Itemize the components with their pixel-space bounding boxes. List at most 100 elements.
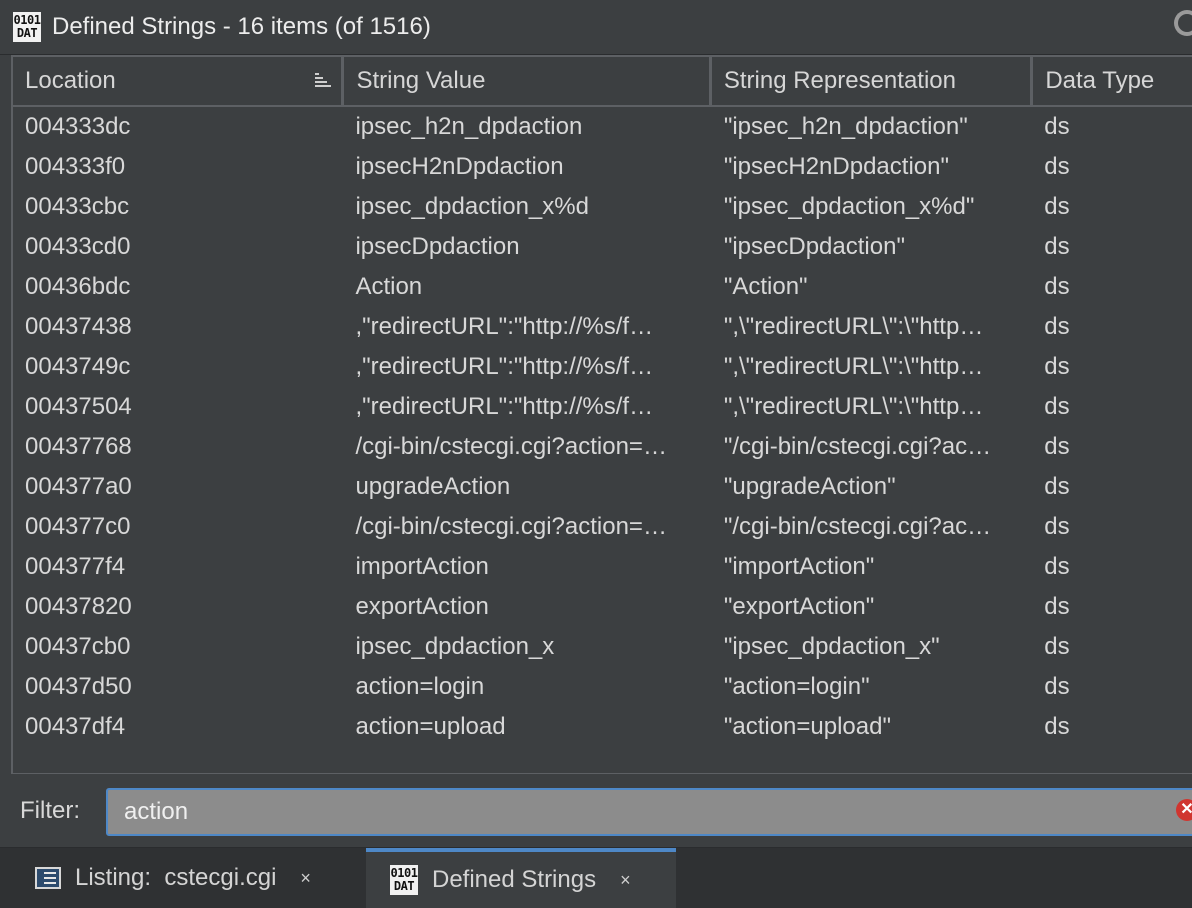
cell-string-value: ,"redirectURL":"http://%s/f… [355, 353, 654, 380]
clear-filter-icon[interactable]: ✕ [1176, 799, 1192, 821]
cell-string-representation: ",\"redirectURL\":\"http… [723, 393, 984, 420]
table-row[interactable]: 004333f0 ipsecH2nDpdaction "ipsecH2nDpda… [13, 147, 1192, 187]
cell-data-type: ds [1044, 233, 1070, 260]
cell-string-representation: "upgradeAction" [723, 473, 896, 500]
cell-data-type: ds [1044, 393, 1070, 420]
table-row[interactable]: 00437438 ,"redirectURL":"http://%s/f… ",… [13, 307, 1192, 347]
cell-location: 004377a0 [25, 473, 132, 500]
column-header-location[interactable]: Location [13, 57, 345, 105]
filter-input[interactable] [106, 788, 1192, 836]
column-header-label: Location [25, 67, 116, 94]
cell-string-value: importAction [355, 553, 489, 580]
cell-string-value: ipsec_dpdaction_x%d [355, 193, 589, 220]
column-header-string-representation[interactable]: String Representation [712, 57, 1034, 105]
cell-string-representation: "exportAction" [723, 593, 875, 620]
table-row[interactable]: 00437820 exportAction "exportAction" ds [13, 587, 1192, 627]
cell-location: 00437768 [25, 433, 132, 460]
cell-data-type: ds [1044, 713, 1070, 740]
window-title: Defined Strings - 16 items (of 1516) [52, 13, 431, 40]
close-icon[interactable]: × [620, 870, 631, 891]
table-row[interactable]: 004333dc ipsec_h2n_dpdaction "ipsec_h2n_… [13, 107, 1192, 147]
table-row[interactable]: 0043749c ,"redirectURL":"http://%s/f… ",… [13, 347, 1192, 387]
icon-text-bottom: DAT [16, 26, 38, 40]
table-row[interactable]: 00437df4 action=upload "action=upload" d… [13, 707, 1192, 747]
tab-defined-strings[interactable]: 0101 DAT Defined Strings × [366, 848, 676, 908]
cell-string-representation: "ipsec_h2n_dpdaction" [723, 113, 968, 140]
cell-data-type: ds [1044, 153, 1070, 180]
cell-string-representation: "Action" [723, 273, 808, 300]
table-row[interactable]: 00433cd0 ipsecDpdaction "ipsecDpdaction"… [13, 227, 1192, 267]
cell-data-type: ds [1044, 273, 1070, 300]
cell-location: 004333dc [25, 113, 131, 140]
close-icon[interactable]: × [300, 868, 311, 889]
column-header-label: String Representation [723, 67, 956, 94]
column-header-data-type[interactable]: Data Type [1033, 57, 1192, 105]
cell-data-type: ds [1044, 433, 1070, 460]
cell-string-value: /cgi-bin/cstecgi.cgi?action=… [355, 433, 667, 460]
table-row[interactable]: 00437768 /cgi-bin/cstecgi.cgi?action=… "… [13, 427, 1192, 467]
cell-location: 00437d50 [25, 673, 132, 700]
tab-listing[interactable]: Listing: cstecgi.cgi × [0, 848, 366, 908]
cell-string-representation: "action=upload" [723, 713, 891, 740]
cell-data-type: ds [1044, 633, 1070, 660]
column-header-label: String Value [356, 67, 486, 94]
table-row[interactable]: 00437d50 action=login "action=login" ds [13, 667, 1192, 707]
cell-location: 00437820 [25, 593, 132, 620]
cell-string-value: ipsecH2nDpdaction [355, 153, 564, 180]
table-body: 004333dc ipsec_h2n_dpdaction "ipsec_h2n_… [13, 107, 1192, 747]
column-header-string-value[interactable]: String Value [344, 57, 712, 105]
cell-string-representation: "ipsecH2nDpdaction" [723, 153, 949, 180]
filter-bar: Filter: ✕ [0, 775, 1192, 848]
table-row[interactable]: 00437cb0 ipsec_dpdaction_x "ipsec_dpdact… [13, 627, 1192, 667]
cell-string-value: ipsec_dpdaction_x [355, 633, 555, 660]
table-row[interactable]: 00437504 ,"redirectURL":"http://%s/f… ",… [13, 387, 1192, 427]
cell-data-type: ds [1044, 513, 1070, 540]
defined-strings-icon: 0101 DAT [13, 12, 41, 42]
cell-string-value: ipsecDpdaction [355, 233, 520, 260]
table-row[interactable]: 004377f4 importAction "importAction" ds [13, 547, 1192, 587]
cell-location: 0043749c [25, 353, 131, 380]
cell-data-type: ds [1044, 313, 1070, 340]
cell-string-value: ,"redirectURL":"http://%s/f… [355, 393, 654, 420]
column-header-label: Data Type [1045, 67, 1155, 94]
tab-label: Defined Strings [432, 866, 597, 893]
cell-data-type: ds [1044, 113, 1070, 140]
cell-location: 00436bdc [25, 273, 131, 300]
listing-icon [35, 867, 61, 889]
cell-string-value: upgradeAction [355, 473, 511, 500]
table-row[interactable]: 00433cbc ipsec_dpdaction_x%d "ipsec_dpda… [13, 187, 1192, 227]
cell-location: 00437df4 [25, 713, 126, 740]
cell-location: 00437cb0 [25, 633, 131, 660]
cell-location: 00433cd0 [25, 233, 131, 260]
strings-table: Location String Value String Representat… [11, 55, 1192, 774]
cell-string-representation: ",\"redirectURL\":\"http… [723, 353, 984, 380]
cell-data-type: ds [1044, 193, 1070, 220]
cell-string-representation: "action=login" [723, 673, 870, 700]
cell-string-value: /cgi-bin/cstecgi.cgi?action=… [355, 513, 667, 540]
tab-label: Listing: cstecgi.cgi [75, 864, 277, 891]
cell-data-type: ds [1044, 673, 1070, 700]
cell-string-value: Action [355, 273, 423, 300]
cell-string-representation: "ipsecDpdaction" [723, 233, 905, 260]
cell-location: 004377c0 [25, 513, 131, 540]
table-header: Location String Value String Representat… [13, 57, 1192, 107]
filter-label: Filter: [20, 797, 80, 824]
cell-string-value: ,"redirectURL":"http://%s/f… [355, 313, 654, 340]
cell-string-value: ipsec_h2n_dpdaction [355, 113, 583, 140]
table-row[interactable]: 004377a0 upgradeAction "upgradeAction" d… [13, 467, 1192, 507]
cell-location: 00437504 [25, 393, 132, 420]
table-row[interactable]: 00436bdc Action "Action" ds [13, 267, 1192, 307]
tab-bar: Listing: cstecgi.cgi × 0101 DAT Defined … [0, 848, 1192, 908]
sort-ascending-icon[interactable] [312, 70, 332, 90]
cell-data-type: ds [1044, 353, 1070, 380]
cell-string-representation: "/cgi-bin/cstecgi.cgi?ac… [723, 433, 992, 460]
cell-location: 00437438 [25, 313, 132, 340]
refresh-icon[interactable] [1174, 10, 1192, 36]
cell-string-value: exportAction [355, 593, 489, 620]
cell-data-type: ds [1044, 473, 1070, 500]
cell-string-representation: "ipsec_dpdaction_x%d" [723, 193, 975, 220]
icon-text-bottom: DAT [393, 879, 415, 893]
table-row[interactable]: 004377c0 /cgi-bin/cstecgi.cgi?action=… "… [13, 507, 1192, 547]
cell-location: 004333f0 [25, 153, 126, 180]
cell-location: 004377f4 [25, 553, 126, 580]
